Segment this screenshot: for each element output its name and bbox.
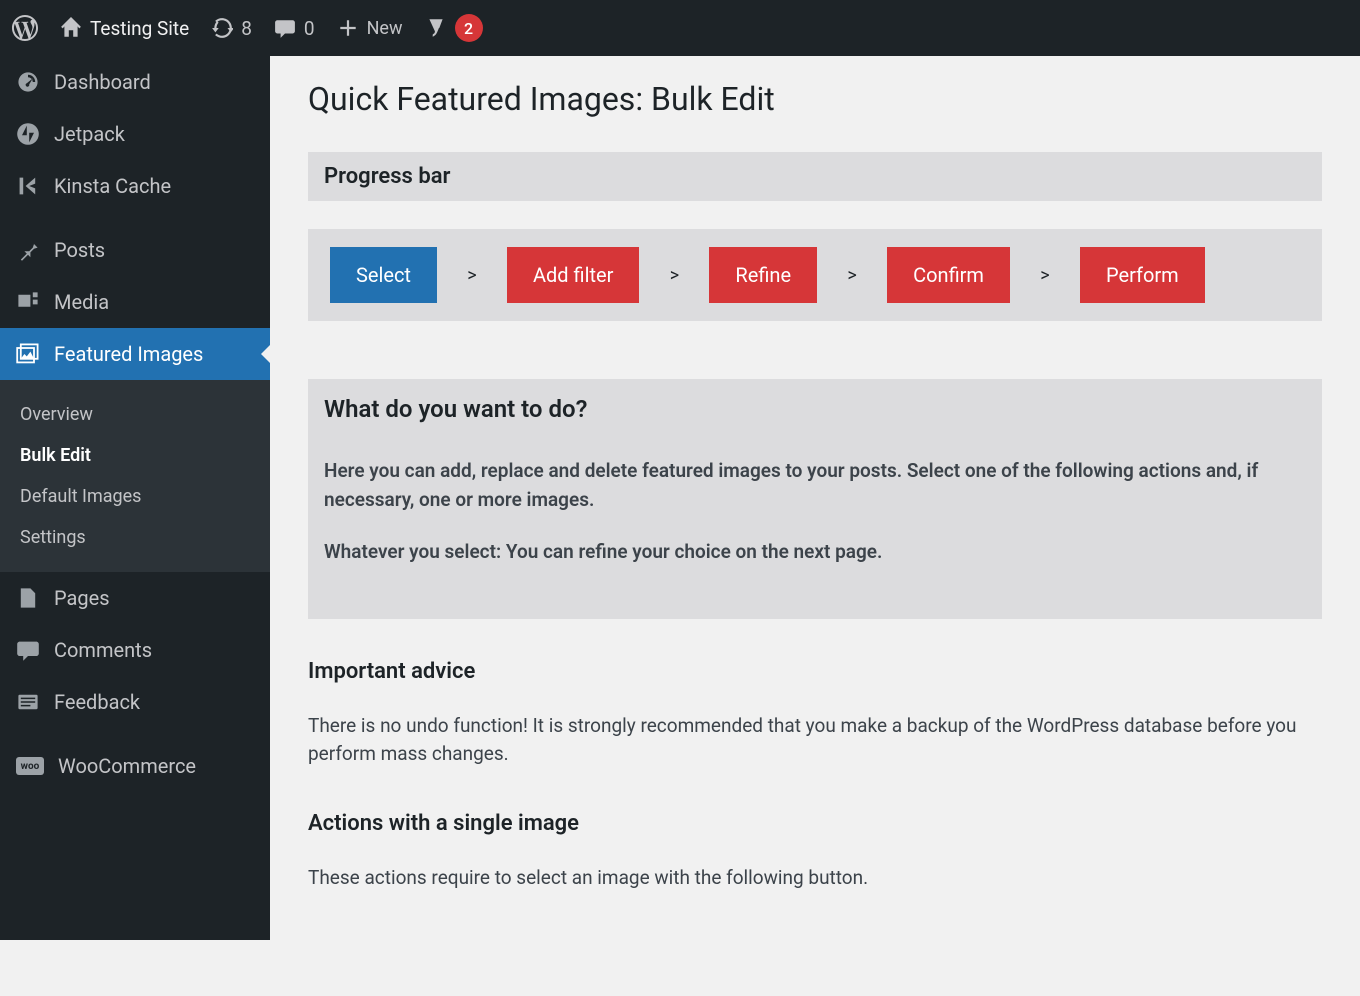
- yoast-icon: [425, 17, 447, 39]
- progress-bar: Select > Add filter > Refine > Confirm >…: [308, 229, 1322, 321]
- sidebar-item-label: Dashboard: [54, 70, 151, 94]
- adminbar: Testing Site 8 0 New 2: [0, 0, 1360, 56]
- sidebar-item-label: Comments: [54, 638, 152, 662]
- sidebar-item-label: Jetpack: [54, 122, 125, 146]
- sidebar-item-feedback[interactable]: Feedback: [0, 676, 270, 728]
- info-box: What do you want to do? Here you can add…: [308, 379, 1322, 619]
- progress-heading: Progress bar: [308, 152, 1322, 201]
- progress-sep: >: [437, 247, 507, 303]
- home-icon: [60, 17, 82, 39]
- adminbar-yoast[interactable]: 2: [425, 14, 483, 42]
- sidebar-item-jetpack[interactable]: Jetpack: [0, 108, 270, 160]
- sidebar-item-label: Featured Images: [54, 342, 203, 366]
- submenu-default-images[interactable]: Default Images: [0, 476, 270, 517]
- submenu-bulk-edit[interactable]: Bulk Edit: [0, 435, 270, 476]
- yoast-badge: 2: [455, 14, 483, 42]
- dashboard-icon: [16, 70, 40, 94]
- progress-sep: >: [639, 247, 709, 303]
- actions-section: Actions with a single image These action…: [308, 811, 1322, 893]
- submenu-overview[interactable]: Overview: [0, 394, 270, 435]
- sidebar-item-label: Media: [54, 290, 109, 314]
- media-icon: [16, 290, 40, 314]
- progress-step-refine[interactable]: Refine: [709, 247, 817, 303]
- feedback-icon: [16, 690, 40, 714]
- progress-sep: >: [817, 247, 887, 303]
- new-label: New: [367, 18, 403, 39]
- progress-step-add-filter[interactable]: Add filter: [507, 247, 639, 303]
- sidebar-item-label: Feedback: [54, 690, 140, 714]
- sidebar-item-label: Posts: [54, 238, 105, 262]
- page-content: Quick Featured Images: Bulk Edit Progres…: [270, 56, 1360, 940]
- sidebar-item-label: Pages: [54, 586, 110, 610]
- comments-count: 0: [304, 17, 315, 40]
- progress-step-confirm[interactable]: Confirm: [887, 247, 1010, 303]
- submenu-settings[interactable]: Settings: [0, 517, 270, 558]
- sidebar-item-dashboard[interactable]: Dashboard: [0, 56, 270, 108]
- woo-icon: woo: [16, 757, 44, 775]
- sidebar-item-woocommerce[interactable]: woo WooCommerce: [0, 740, 270, 792]
- admin-sidebar: Dashboard Jetpack Kinsta Cache Posts Med…: [0, 56, 270, 940]
- jetpack-icon: [16, 122, 40, 146]
- advice-section: Important advice There is no undo functi…: [308, 659, 1322, 769]
- sidebar-item-label: WooCommerce: [58, 754, 196, 778]
- advice-heading: Important advice: [308, 659, 1322, 684]
- sidebar-item-label: Kinsta Cache: [54, 174, 171, 198]
- progress-sep: >: [1010, 247, 1080, 303]
- adminbar-comments[interactable]: 0: [274, 17, 315, 40]
- kinsta-icon: [16, 174, 40, 198]
- sidebar-submenu: Overview Bulk Edit Default Images Settin…: [0, 380, 270, 572]
- sidebar-item-media[interactable]: Media: [0, 276, 270, 328]
- sidebar-item-featured-images[interactable]: Featured Images: [0, 328, 270, 380]
- refresh-icon: [211, 17, 233, 39]
- site-name-label: Testing Site: [90, 17, 189, 40]
- info-paragraph: Whatever you select: You can refine your…: [308, 538, 1322, 567]
- pages-icon: [16, 586, 40, 610]
- plus-icon: [337, 17, 359, 39]
- adminbar-site[interactable]: Testing Site: [60, 17, 189, 40]
- adminbar-updates[interactable]: 8: [211, 17, 252, 40]
- page-title: Quick Featured Images: Bulk Edit: [308, 80, 1322, 118]
- wordpress-icon: [12, 15, 38, 41]
- adminbar-new[interactable]: New: [337, 17, 403, 39]
- images-icon: [16, 342, 40, 366]
- info-heading: What do you want to do?: [308, 379, 1322, 457]
- sidebar-item-comments[interactable]: Comments: [0, 624, 270, 676]
- wp-logo[interactable]: [12, 15, 38, 41]
- pin-icon: [16, 238, 40, 262]
- sidebar-item-kinsta[interactable]: Kinsta Cache: [0, 160, 270, 212]
- sidebar-item-pages[interactable]: Pages: [0, 572, 270, 624]
- info-paragraph: Here you can add, replace and delete fea…: [308, 457, 1322, 514]
- advice-paragraph: There is no undo function! It is strongl…: [308, 712, 1322, 769]
- progress-step-select[interactable]: Select: [330, 247, 437, 303]
- updates-count: 8: [241, 17, 252, 40]
- sidebar-item-posts[interactable]: Posts: [0, 224, 270, 276]
- comment-icon: [16, 638, 40, 662]
- actions-heading: Actions with a single image: [308, 811, 1322, 836]
- progress-step-perform[interactable]: Perform: [1080, 247, 1205, 303]
- comment-icon: [274, 17, 296, 39]
- actions-paragraph: These actions require to select an image…: [308, 864, 1322, 893]
